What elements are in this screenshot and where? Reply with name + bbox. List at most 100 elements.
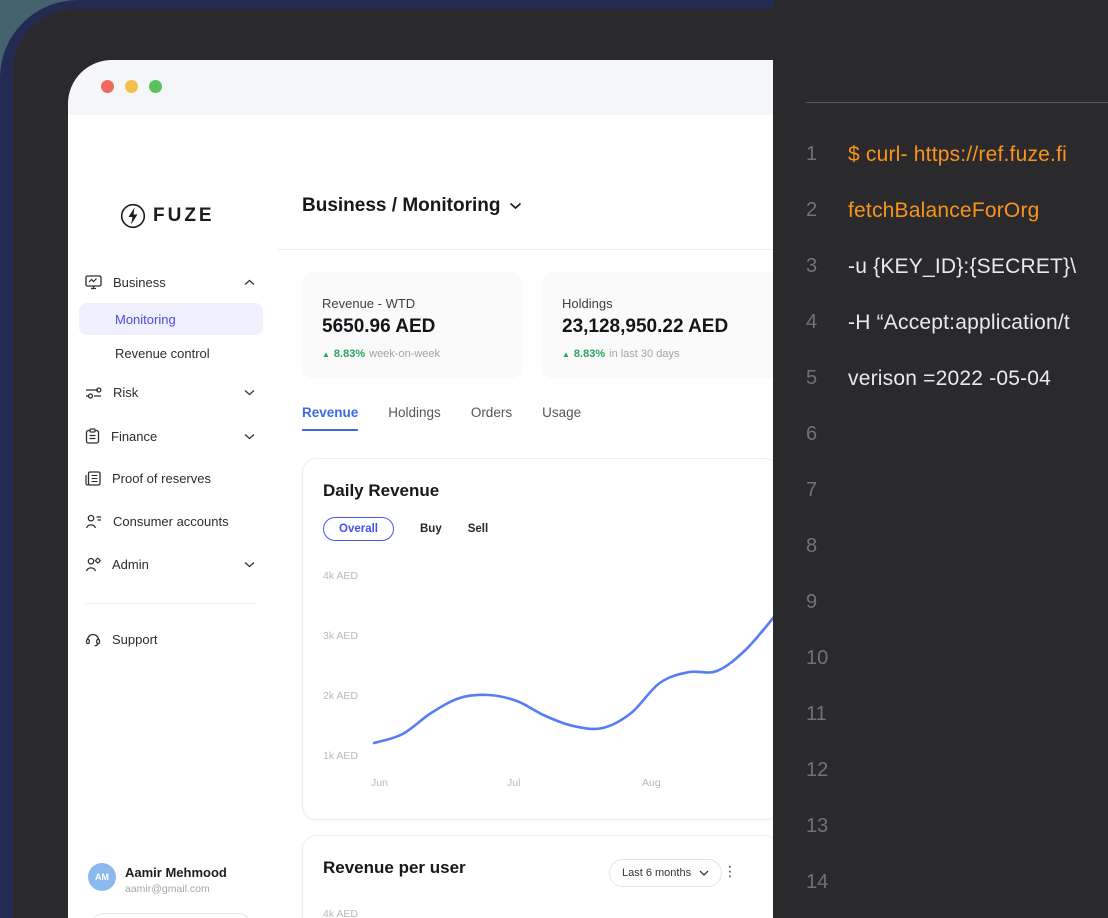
brand-logo: FUZE <box>120 203 215 229</box>
up-arrow-icon: ▲ <box>562 350 570 359</box>
tab-revenue[interactable]: Revenue <box>302 405 358 431</box>
code-line: 13 <box>773 815 1108 845</box>
tab-holdings[interactable]: Holdings <box>388 405 441 431</box>
stat-card-holdings: Holdings 23,128,950.22 AED ▲ 8.83% in la… <box>542 272 775 378</box>
sidebar-item-proof-of-reserves[interactable]: Proof of reserves <box>85 471 261 486</box>
stat-label: Holdings <box>562 296 613 311</box>
delta-percent: 8.83% <box>574 348 605 360</box>
range-select[interactable]: Last 6 months <box>609 859 722 887</box>
lightning-bolt-icon <box>120 203 146 229</box>
revenue-per-user-card: Revenue per user Last 6 months ⋮ 4k AED … <box>302 835 775 918</box>
user-name: Aamir Mehmood <box>125 865 227 880</box>
delta-percent: 8.83% <box>334 348 365 360</box>
kebab-menu-icon[interactable]: ⋮ <box>723 863 737 880</box>
sidebar-item-business[interactable]: Business <box>85 275 261 290</box>
line-number: 6 <box>806 423 817 446</box>
line-number: 3 <box>806 255 817 278</box>
delta-note: week-on-week <box>369 348 440 360</box>
code-line: 1 $ curl- https://ref.fuze.fi <box>773 143 1108 173</box>
sidebar-divider <box>85 603 257 604</box>
window-titlebar <box>68 60 775 115</box>
line-number: 4 <box>806 311 817 334</box>
sidebar-item-consumer-accounts[interactable]: Consumer accounts <box>85 514 261 529</box>
code-editor-panel: 1 $ curl- https://ref.fuze.fi 2 fetchBal… <box>773 0 1108 918</box>
tab-orders[interactable]: Orders <box>471 405 512 431</box>
chevron-down-icon <box>699 870 709 876</box>
y-tick-4k: 4k AED <box>323 570 358 582</box>
filter-buy[interactable]: Buy <box>420 523 442 535</box>
avatar: AM <box>88 863 116 891</box>
line-number: 5 <box>806 367 817 390</box>
traffic-light-close-icon[interactable] <box>101 80 114 93</box>
chevron-down-icon <box>244 433 255 440</box>
y-tick-1k: 1k AED <box>323 750 358 762</box>
app-window: FUZE Business Monitoring Revenue control <box>68 60 775 918</box>
line-number: 14 <box>806 871 828 894</box>
stat-delta: ▲ 8.83% week-on-week <box>322 348 440 360</box>
breadcrumb-text: Business / Monitoring <box>302 195 500 217</box>
code-line: 14 <box>773 871 1108 901</box>
line-number: 1 <box>806 143 817 166</box>
stat-card-revenue-wtd: Revenue - WTD 5650.96 AED ▲ 8.83% week-o… <box>302 272 522 378</box>
code-line: 11 <box>773 703 1108 733</box>
breadcrumb[interactable]: Business / Monitoring <box>302 195 522 217</box>
filter-overall[interactable]: Overall <box>323 517 394 541</box>
y-tick-4k: 4k AED <box>323 908 358 918</box>
consumer-person-icon <box>85 514 102 529</box>
sidebar-item-label: Business <box>113 275 166 290</box>
line-number: 10 <box>806 647 828 670</box>
code-line: 3 -u {KEY_ID}:{SECRET}\ <box>773 255 1108 285</box>
traffic-light-zoom-icon[interactable] <box>149 80 162 93</box>
delta-note: in last 30 days <box>609 348 679 360</box>
chart-filter-row: Overall Buy Sell <box>323 517 488 541</box>
sidebar-item-support[interactable]: Support <box>85 631 261 647</box>
main-content: Business / Monitoring Revenue - WTD 5650… <box>278 115 775 918</box>
card-title: Revenue per user <box>323 858 466 878</box>
code-line: 9 <box>773 591 1108 621</box>
sidebar-item-revenue-control[interactable]: Revenue control <box>115 346 210 361</box>
sidebar-item-monitoring[interactable]: Monitoring <box>115 312 176 327</box>
user-email: aamir@gmail.com <box>125 883 210 895</box>
up-arrow-icon: ▲ <box>322 350 330 359</box>
x-tick-jul: Jul <box>507 777 520 789</box>
line-number: 9 <box>806 591 817 614</box>
code-line: 10 <box>773 647 1108 677</box>
daily-revenue-card: Daily Revenue Overall Buy Sell 4k AED 3k… <box>302 458 775 820</box>
business-chart-icon <box>85 275 102 290</box>
sign-out-button[interactable]: Sign Out <box>90 913 252 918</box>
line-number: 11 <box>806 703 827 726</box>
code-text: $ curl- https://ref.fuze.fi <box>848 143 1067 167</box>
sidebar-item-label: Admin <box>112 557 149 572</box>
risk-sliders-icon <box>85 386 102 400</box>
stat-label: Revenue - WTD <box>322 296 415 311</box>
code-text: -u {KEY_ID}:{SECRET}\ <box>848 255 1076 279</box>
line-number: 13 <box>806 815 828 838</box>
sidebar-item-label: Proof of reserves <box>112 471 211 486</box>
code-line: 5 verison =2022 -05-04 <box>773 367 1108 397</box>
code-line: 12 <box>773 759 1108 789</box>
tab-usage[interactable]: Usage <box>542 405 581 431</box>
code-line: 4 -H “Accept:application/t <box>773 311 1108 341</box>
daily-revenue-line-chart <box>361 559 775 769</box>
sidebar-item-admin[interactable]: Admin <box>85 557 261 572</box>
code-line: 2 fetchBalanceForOrg <box>773 199 1108 229</box>
support-headset-icon <box>85 631 101 647</box>
stat-value: 23,128,950.22 AED <box>562 316 728 338</box>
filter-sell[interactable]: Sell <box>468 523 488 535</box>
card-title: Daily Revenue <box>323 481 439 501</box>
sidebar-item-label: Finance <box>111 429 157 444</box>
line-number: 7 <box>806 479 817 502</box>
y-tick-2k: 2k AED <box>323 690 358 702</box>
range-label: Last 6 months <box>622 867 691 879</box>
stat-value: 5650.96 AED <box>322 316 435 338</box>
sidebar-item-finance[interactable]: Finance <box>85 428 261 444</box>
x-tick-aug: Aug <box>642 777 661 789</box>
code-text: verison =2022 -05-04 <box>848 367 1051 391</box>
sidebar-item-label: Risk <box>113 385 138 400</box>
chevron-up-icon <box>244 279 255 286</box>
code-line: 6 <box>773 423 1108 453</box>
sidebar-item-risk[interactable]: Risk <box>85 385 261 400</box>
traffic-light-minimize-icon[interactable] <box>125 80 138 93</box>
code-line: 7 <box>773 479 1108 509</box>
finance-clipboard-icon <box>85 428 100 444</box>
